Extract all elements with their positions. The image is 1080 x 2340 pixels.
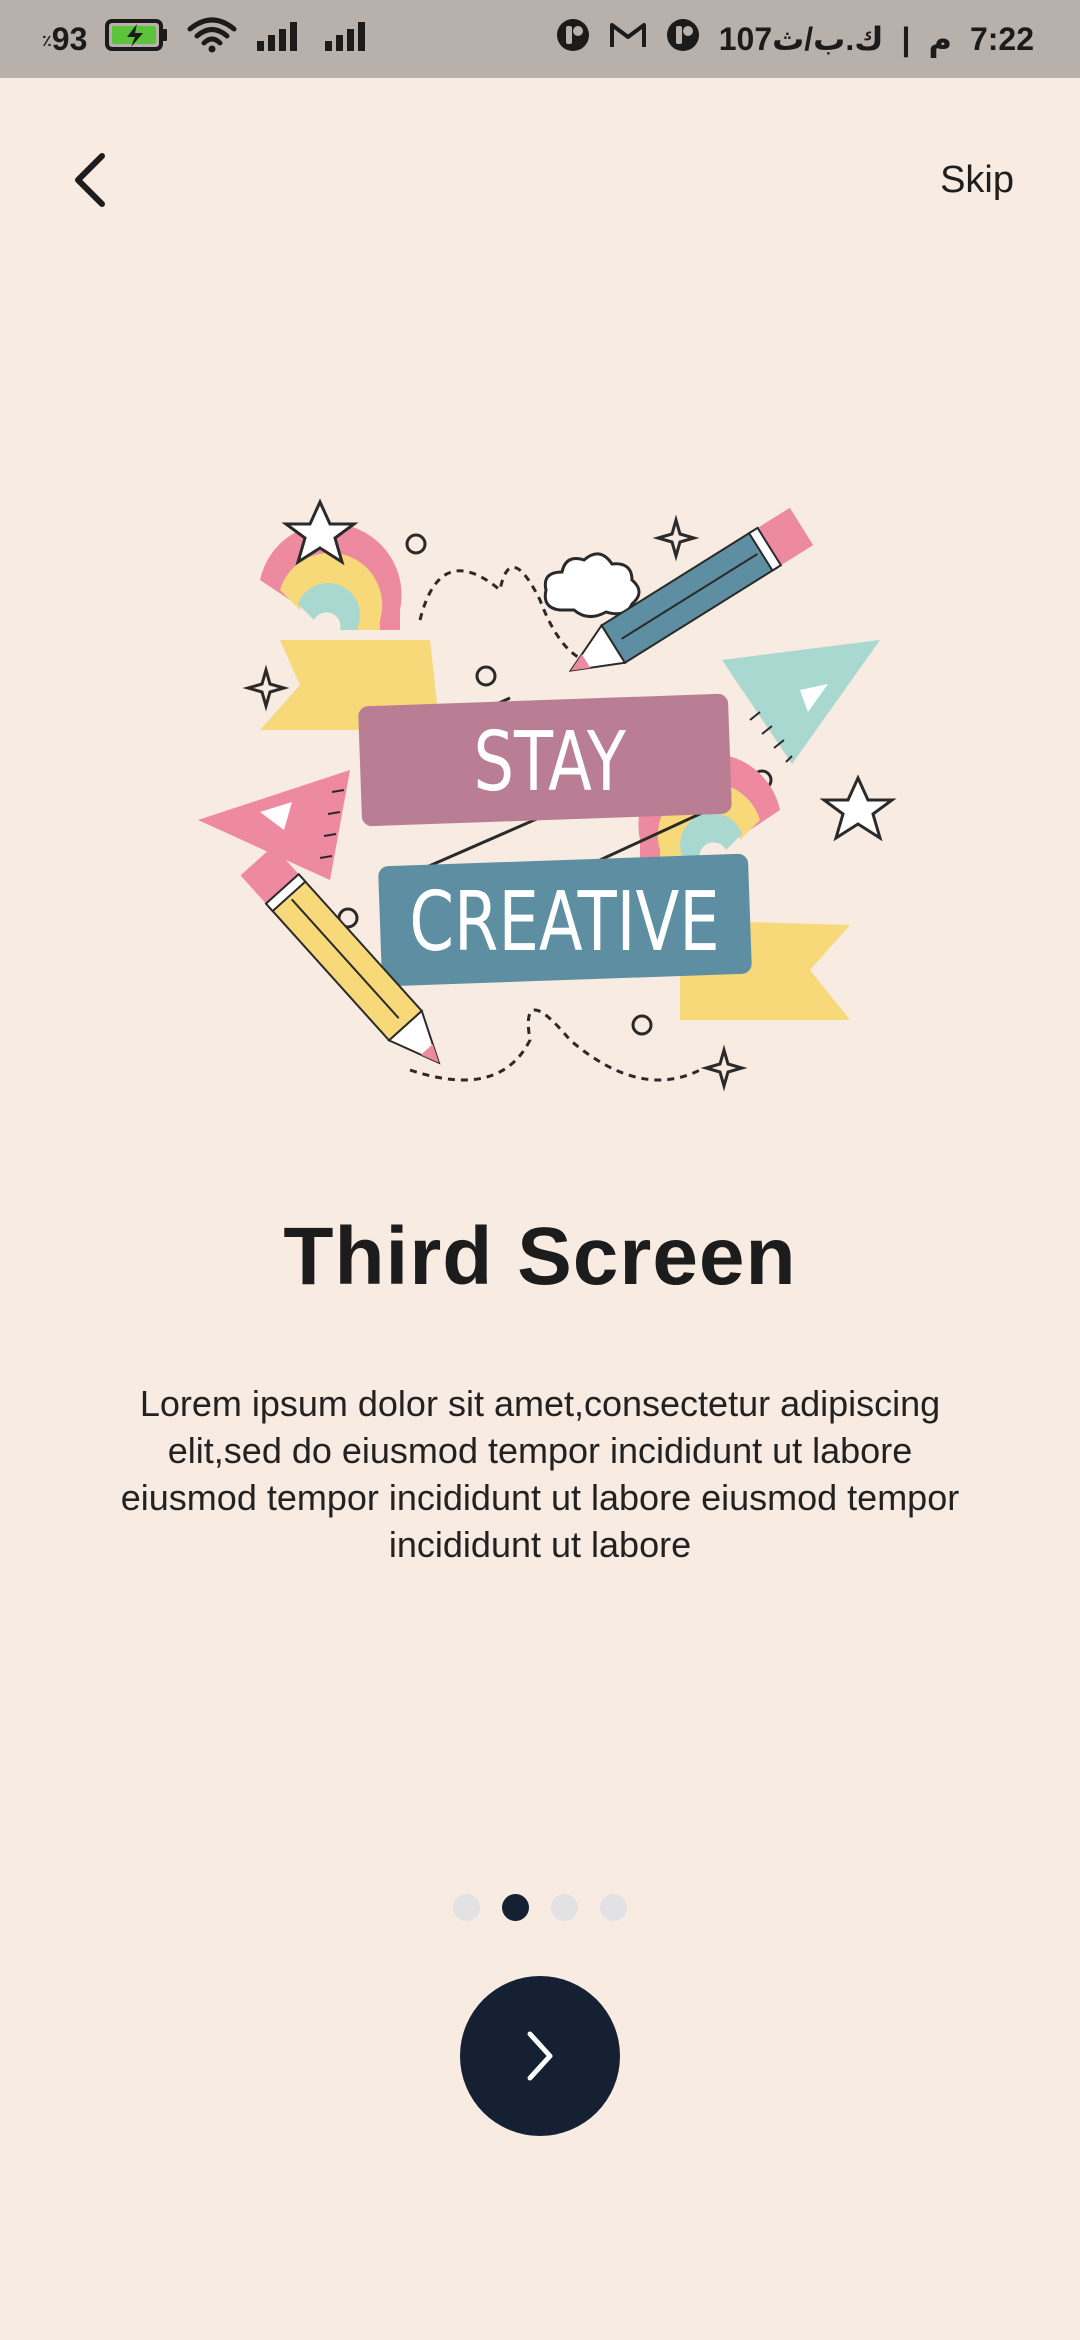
pagination-dot-3[interactable] [551, 1894, 578, 1921]
page-description: Lorem ipsum dolor sit amet,consectetur a… [120, 1383, 960, 1565]
chevron-left-icon [75, 153, 105, 207]
status-bar: ٪93 107ك.ب/ث | م 7:22 [0, 0, 1080, 78]
pagination-dot-4[interactable] [600, 1894, 627, 1921]
gmail-icon [609, 20, 647, 58]
top-navigation: Skip [0, 120, 1080, 240]
banner-text-stay: STAY [473, 715, 626, 810]
wifi-icon [187, 17, 237, 61]
signal-icon-secondary [323, 19, 373, 59]
signal-icon [255, 19, 305, 59]
banner-text-creative: CREATIVE [409, 875, 719, 970]
next-button[interactable] [460, 1976, 620, 2136]
status-left: ٪93 [42, 17, 373, 61]
clock: 7:22 [969, 20, 1034, 57]
stay-creative-illustration: STAY CREATIVE [180, 480, 900, 1120]
illustration-svg: STAY CREATIVE [198, 498, 897, 1092]
ampm-label: م [928, 21, 952, 57]
page-title: Third Screen [283, 1211, 797, 1302]
back-button[interactable] [50, 140, 130, 220]
skip-button[interactable]: Skip [940, 150, 1014, 210]
battery-percent: ٪93 [42, 20, 88, 57]
battery-charging-icon [105, 18, 169, 60]
pagination-dot-1[interactable] [453, 1894, 480, 1921]
notification-app-icon [555, 17, 591, 61]
chevron-right-icon [527, 2031, 553, 2081]
status-separator: | [901, 20, 911, 57]
network-speed: 107ك.ب/ث [718, 21, 884, 57]
pagination-dots [0, 1894, 1080, 1921]
status-right: 107ك.ب/ث | م 7:22 [555, 17, 1034, 61]
pagination-dot-2-active[interactable] [502, 1894, 529, 1921]
notification-app-icon-secondary [665, 17, 701, 61]
